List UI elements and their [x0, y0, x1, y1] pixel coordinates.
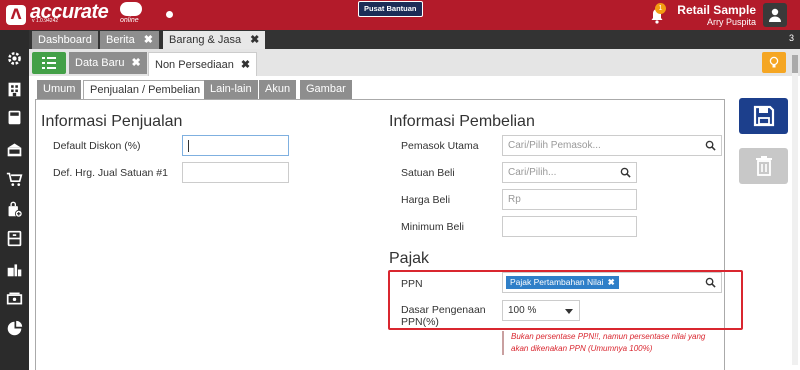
pajak-heading: Pajak: [389, 250, 430, 267]
gear-icon[interactable]: [5, 49, 23, 67]
section-tab-penjualan-pembelian[interactable]: Penjualan / Pembelian: [83, 80, 208, 100]
ppn-label: PPN: [401, 278, 423, 290]
default-diskon-label: Default Diskon (%): [53, 140, 141, 152]
cart-icon[interactable]: [5, 170, 23, 188]
tab-non-persediaan[interactable]: Non Persediaan ✖: [148, 52, 258, 76]
search-icon[interactable]: [705, 277, 716, 288]
tab-label: Berita: [106, 34, 135, 46]
cloud-icon: [120, 2, 142, 16]
dasar-label-line-2: PPN(%): [401, 316, 439, 328]
status-dot: [166, 11, 173, 18]
dasar-pengenaan-select[interactable]: 100 %: [502, 300, 580, 321]
close-icon[interactable]: ✖: [241, 54, 250, 76]
note-line-1: Bukan persentase PPN!!, namun persentase…: [511, 332, 706, 341]
factory-icon[interactable]: [5, 260, 23, 278]
minimum-beli-input[interactable]: [502, 216, 637, 237]
user-name: Arry Puspita: [706, 17, 756, 27]
close-icon[interactable]: ✖: [144, 31, 153, 49]
close-icon[interactable]: ✖: [250, 31, 259, 49]
section-tab-lain-lain[interactable]: Lain-lain: [204, 80, 258, 99]
harga-jual-input[interactable]: [182, 162, 289, 183]
company-info[interactable]: Retail Sample Arry Puspita: [677, 4, 756, 28]
floppy-disk-icon: [753, 105, 774, 127]
search-icon[interactable]: [620, 167, 631, 178]
tips-button[interactable]: [762, 52, 786, 73]
harga-beli-label: Harga Beli: [401, 194, 451, 206]
pemasok-label: Pemasok Utama: [401, 140, 479, 152]
section-tab-gambar[interactable]: Gambar: [300, 80, 352, 99]
scrollbar[interactable]: [792, 55, 798, 365]
ppn-tag-label: Pajak Pertambahan Nilai: [510, 277, 604, 287]
cash-icon[interactable]: [5, 289, 23, 307]
harga-beli-input[interactable]: Rp: [502, 189, 637, 210]
penjualan-heading: Informasi Penjualan: [41, 113, 183, 130]
remove-tag-icon[interactable]: ✖: [608, 276, 615, 289]
building-icon[interactable]: [5, 80, 23, 98]
tab-barang-jasa[interactable]: Barang & Jasa ✖: [163, 31, 266, 49]
ppn-input[interactable]: Pajak Pertambahan Nilai ✖: [502, 272, 722, 293]
pie-chart-icon[interactable]: [5, 319, 23, 337]
search-icon[interactable]: [705, 140, 716, 151]
list-button[interactable]: [32, 52, 66, 74]
bag-add-icon[interactable]: [5, 200, 23, 218]
company-name: Retail Sample: [677, 3, 756, 17]
section-tab-akun[interactable]: Akun: [259, 80, 297, 99]
tab-label: Non Persediaan: [155, 58, 234, 71]
app-version: v 1.0.94242: [32, 18, 59, 24]
tab-count[interactable]: 3: [789, 33, 794, 43]
text-caret: [188, 139, 189, 152]
tab-dashboard[interactable]: Dashboard: [32, 31, 98, 49]
lightbulb-icon: [769, 56, 779, 68]
bank-icon[interactable]: [5, 140, 23, 158]
pemasok-placeholder: Cari/Pilih Pemasok...: [508, 140, 601, 151]
sidebar: [0, 30, 29, 370]
ppn-tag: Pajak Pertambahan Nilai ✖: [506, 276, 619, 289]
harga-placeholder: Rp: [508, 194, 521, 205]
tab-label: Barang & Jasa: [169, 34, 242, 46]
tab-berita[interactable]: Berita ✖: [100, 31, 159, 49]
logo-mark-icon: Λ: [6, 5, 26, 25]
satuan-placeholder: Cari/Pilih...: [508, 167, 557, 178]
save-button[interactable]: [739, 98, 788, 134]
dasar-value: 100 %: [508, 305, 537, 316]
trash-icon: [755, 156, 772, 176]
chevron-down-icon: [565, 309, 573, 314]
delete-button[interactable]: [739, 148, 788, 184]
section-tab-umum[interactable]: Umum: [37, 80, 82, 99]
close-icon[interactable]: ✖: [132, 52, 141, 74]
dasar-label-line-1: Dasar Pengenaan: [401, 304, 486, 316]
pemasok-input[interactable]: Cari/Pilih Pemasok...: [502, 135, 722, 156]
default-diskon-input[interactable]: [182, 135, 289, 156]
minimum-beli-label: Minimum Beli: [401, 221, 465, 233]
main-tab-bar: Dashboard Berita ✖ Barang & Jasa ✖ 3: [29, 30, 800, 49]
list-icon: [42, 57, 56, 69]
dasar-pengenaan-note: Bukan persentase PPN!!, namun persentase…: [502, 331, 727, 355]
pembelian-heading: Informasi Pembelian: [389, 113, 535, 130]
harga-jual-label: Def. Hrg. Jual Satuan #1: [53, 167, 168, 179]
note-line-2: akan dikenakan PPN (Umumnya 100%): [511, 344, 653, 353]
notification-badge: 1: [655, 3, 666, 14]
archive-box-icon[interactable]: [5, 229, 23, 247]
user-icon: [769, 8, 781, 22]
help-center-button[interactable]: Pusat Bantuan: [358, 1, 423, 17]
dasar-pengenaan-label: Dasar Pengenaan PPN(%): [401, 304, 486, 328]
calculator-icon[interactable]: [5, 108, 23, 126]
user-menu-button[interactable]: [763, 3, 787, 27]
brand-suffix: online: [120, 17, 139, 24]
scrollbar-thumb[interactable]: [792, 55, 798, 73]
satuan-beli-label: Satuan Beli: [401, 167, 455, 179]
tab-label: Data Baru: [75, 57, 125, 69]
tab-label: Dashboard: [38, 34, 92, 46]
satuan-beli-input[interactable]: Cari/Pilih...: [502, 162, 637, 183]
tab-data-baru[interactable]: Data Baru ✖: [69, 52, 147, 74]
